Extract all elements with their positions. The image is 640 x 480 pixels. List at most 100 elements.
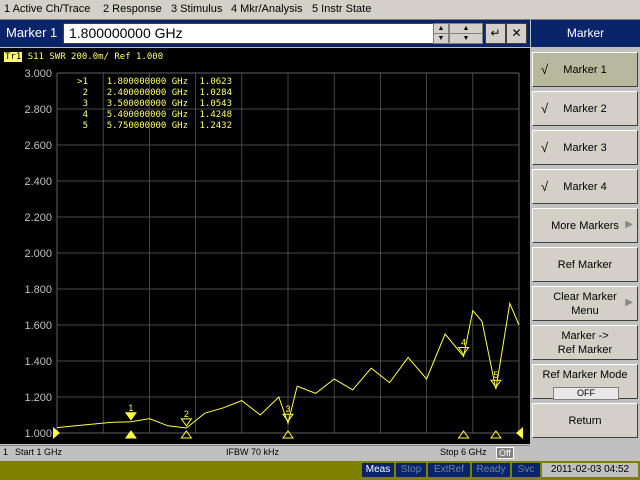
marker-freq: 5.750000000 GHz — [106, 121, 188, 131]
channel-number: 1 — [3, 447, 9, 457]
marker-4-axis-icon[interactable] — [457, 430, 470, 439]
softkey-marker-3[interactable]: √ Marker 3 — [532, 130, 638, 165]
marker-4-icon[interactable] — [457, 347, 470, 356]
softkey-label: Marker 2 — [563, 103, 607, 115]
y-tick-label: 1.000 — [24, 428, 52, 440]
spin-down-icon[interactable]: ▼ — [433, 33, 449, 44]
softkey-more-markers[interactable]: More Markers ▶ — [532, 208, 638, 243]
marker-2-axis-icon[interactable] — [180, 430, 193, 439]
trace-display: 3.000 2.800 2.600 2.400 2.200 2.000 1.800 1.600… — [0, 48, 530, 444]
y-tick-label: 2.400 — [24, 176, 52, 188]
softkey-label: Menu — [571, 305, 599, 317]
y-tick-label: 2.600 — [24, 140, 52, 152]
softkey-label: More Markers — [551, 220, 619, 232]
marker-freq: 5.400000000 GHz — [106, 110, 188, 120]
marker-value: 1.0284 — [199, 88, 232, 98]
menu-bar: 1 Active Ch/Trace 2 Response 3 Stimulus … — [0, 0, 640, 20]
y-tick-label: 3.000 — [24, 68, 52, 80]
marker-1-label: 1 — [128, 403, 133, 413]
close-icon[interactable]: ✕ — [506, 23, 527, 44]
softkey-ref-marker-mode[interactable]: Ref Marker Mode OFF — [532, 364, 638, 400]
marker-table: >1 1.800000000 GHz 1.0623 2 2.400000000 GHz 1… — [66, 77, 232, 132]
marker-freq: 1.800000000 GHz — [106, 77, 188, 87]
softkey-label: Marker -> — [561, 330, 609, 342]
entry-label: Marker 1 — [6, 25, 58, 40]
marker-value-input[interactable]: 1.800000000 GHz — [63, 23, 435, 44]
softkey-marker-4[interactable]: √ Marker 4 — [532, 169, 638, 204]
softkey-label: Ref Marker — [557, 259, 613, 271]
marker-value: 1.2432 — [199, 121, 232, 131]
menu-mkr-analysis[interactable]: 4 Mkr/Analysis — [231, 3, 303, 15]
menu-instr-state[interactable]: 5 Instr State — [312, 3, 371, 15]
start-freq[interactable]: Start 1 GHz — [15, 447, 62, 457]
chevron-right-icon: ▶ — [625, 297, 633, 308]
entry-bar: Marker 1 1.800000000 GHz ▲ ▼ ▲ ▼ ↵ ✕ — [0, 20, 530, 47]
extref-indicator: ExtRef — [428, 463, 470, 477]
marker-1-icon[interactable] — [124, 412, 137, 421]
softkey-marker-to-ref[interactable]: Marker -> Ref Marker — [532, 325, 638, 360]
channel-status-bar: 1 Start 1 GHz IFBW 70 kHz Stop 6 GHz Off — [0, 445, 530, 459]
marker-table-row: 3 3.500000000 GHz 1.0543 — [66, 99, 232, 110]
marker-id: >1 — [77, 77, 88, 87]
marker-table-row: 2 2.400000000 GHz 1.0284 — [66, 88, 232, 99]
softkey-label: Ref Marker — [557, 344, 613, 356]
ref-marker-mode-toggle[interactable]: OFF — [553, 387, 619, 400]
softkey-title: Marker — [531, 20, 640, 47]
marker-id: 2 — [82, 88, 88, 98]
marker-freq: 3.500000000 GHz — [106, 99, 188, 109]
marker-5-label: 5 — [493, 370, 498, 380]
trace-header-text: S11 SWR 200.0m/ Ref 1.000 — [27, 52, 164, 62]
datetime: 2011-02-03 04:52 — [542, 463, 638, 477]
softkey-label: Marker 3 — [563, 142, 607, 154]
softkey-marker-1[interactable]: √ Marker 1 — [532, 52, 638, 87]
step-down-icon[interactable]: ▼ — [449, 33, 483, 44]
menu-active-ch-trace[interactable]: 1 Active Ch/Trace — [4, 3, 90, 15]
softkey-ref-marker[interactable]: Ref Marker — [532, 247, 638, 282]
softkey-label: Clear Marker — [553, 291, 617, 303]
softkey-marker-2[interactable]: √ Marker 2 — [532, 91, 638, 126]
y-tick-label: 2.200 — [24, 212, 52, 224]
y-tick-label: 1.400 — [24, 356, 52, 368]
trace-tag[interactable]: Tr1 — [4, 52, 23, 62]
softkey-label: Return — [568, 415, 602, 427]
y-tick-label: 2.000 — [24, 248, 52, 260]
menu-response[interactable]: 2 Response — [103, 3, 162, 15]
ifbw[interactable]: IFBW 70 kHz — [226, 447, 279, 457]
marker-5-axis-icon[interactable] — [489, 430, 502, 439]
marker-table-row: >1 1.800000000 GHz 1.0623 — [66, 77, 232, 88]
stop-freq[interactable]: Stop 6 GHz — [440, 447, 487, 457]
marker-id: 3 — [82, 99, 88, 109]
stop-indicator: Stop — [396, 463, 426, 477]
marker-1-axis-icon[interactable] — [124, 430, 137, 439]
marker-value: 1.0623 — [199, 77, 232, 87]
ready-indicator: Ready — [472, 463, 510, 477]
y-tick-label: 1.600 — [24, 320, 52, 332]
softkey-label: Marker 4 — [563, 181, 607, 193]
marker-value: 1.4248 — [199, 110, 232, 120]
marker-table-row: 4 5.400000000 GHz 1.4248 — [66, 110, 232, 121]
marker-2-label: 2 — [184, 409, 189, 419]
menu-stimulus[interactable]: 3 Stimulus — [171, 3, 222, 15]
softkey-label: Marker 1 — [563, 64, 607, 76]
svc-indicator: Svc — [512, 463, 540, 477]
softkey-label: Ref Marker Mode — [542, 369, 628, 381]
y-tick-label: 2.800 — [24, 104, 52, 116]
marker-value: 1.0543 — [199, 99, 232, 109]
y-tick-label: 1.200 — [24, 392, 52, 404]
softkey-clear-marker-menu[interactable]: Clear Marker Menu ▶ — [532, 286, 638, 321]
chevron-right-icon: ▶ — [625, 219, 633, 230]
enter-icon[interactable]: ↵ — [485, 23, 506, 44]
marker-id: 4 — [82, 110, 88, 120]
softkey-return[interactable]: Return — [532, 403, 638, 438]
trace-header[interactable]: Tr1 S11 SWR 200.0m/ Ref 1.000 — [4, 52, 163, 62]
marker-3-label: 3 — [285, 404, 290, 414]
marker-4-label: 4 — [461, 338, 466, 348]
softkey-panel: Marker √ Marker 1 √ Marker 2 √ Marker 3 … — [531, 20, 640, 460]
meas-indicator: Meas — [362, 463, 394, 477]
marker-id: 5 — [82, 121, 88, 131]
instrument-status-bar: Meas Stop ExtRef Ready Svc 2011-02-03 04… — [0, 461, 640, 480]
off-badge[interactable]: Off — [496, 447, 514, 459]
marker-freq: 2.400000000 GHz — [106, 88, 188, 98]
y-tick-label: 1.800 — [24, 284, 52, 296]
marker-table-row: 5 5.750000000 GHz 1.2432 — [66, 121, 232, 132]
